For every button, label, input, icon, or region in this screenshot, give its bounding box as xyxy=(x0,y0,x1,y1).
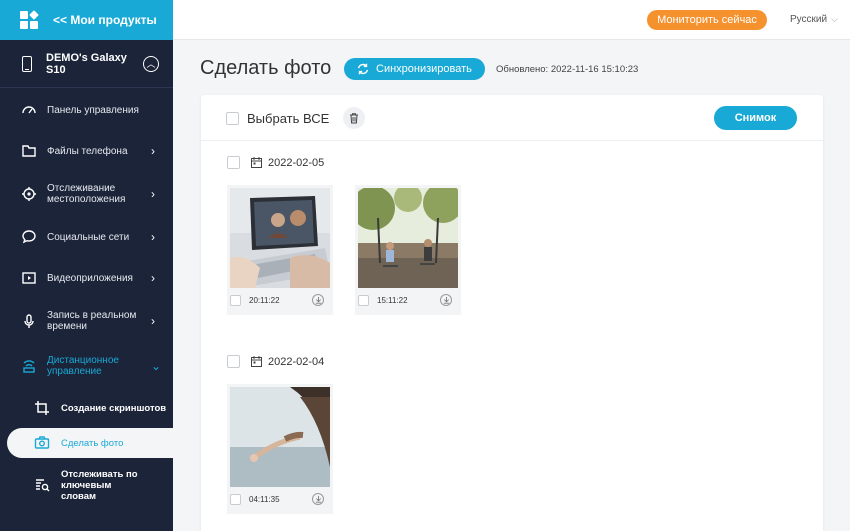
sidebar-item-label: Видеоприложения xyxy=(47,272,133,284)
download-icon[interactable] xyxy=(440,294,452,306)
device-name: DEMO's Galaxy S10 xyxy=(46,51,127,76)
sync-label: Синхронизировать xyxy=(376,63,472,75)
photo-thumbnail[interactable]: 15:11:22 xyxy=(355,185,461,315)
date-group-header: 2022-02-04 xyxy=(227,355,324,368)
delete-button[interactable] xyxy=(343,107,365,129)
chevron-right-icon: › xyxy=(151,314,155,328)
chevron-down-icon: ⌵ xyxy=(831,14,838,24)
chevron-down-icon: ⌄ xyxy=(151,359,162,373)
photos-card: Выбрать ВСЕ Снимок 2022-02-05 20:11:22 1… xyxy=(201,95,823,531)
remote-icon xyxy=(20,357,38,375)
sidebar-item-label: Социальные сети xyxy=(47,231,130,243)
sidebar-item-files[interactable]: Файлы телефона › xyxy=(0,130,173,172)
sidebar-item-label: Дистанционное управление xyxy=(47,355,119,377)
photo-image[interactable] xyxy=(230,188,330,288)
keyword-search-icon xyxy=(33,476,51,494)
last-updated-text: Обновлено: 2022-11-16 15:10:23 xyxy=(496,64,639,75)
select-all-checkbox[interactable] xyxy=(226,112,239,125)
language-label: Русский xyxy=(790,14,828,25)
location-icon xyxy=(20,185,38,203)
photo-image[interactable] xyxy=(358,188,458,288)
phone-icon xyxy=(22,55,32,72)
sidebar-item-video[interactable]: Видеоприложения › xyxy=(0,258,173,298)
files-icon xyxy=(20,142,38,160)
sidebar-item-location[interactable]: Отслеживание местоположения › xyxy=(0,172,173,216)
photo-checkbox[interactable] xyxy=(358,294,369,306)
my-products-label: << Мои продукты xyxy=(53,13,157,27)
date-group-header: 2022-02-05 xyxy=(227,156,324,169)
sidebar-subitem-label: Сделать фото xyxy=(61,437,124,449)
sidebar-subitem-take-photo[interactable]: Сделать фото xyxy=(7,428,173,458)
sidebar: << Мои продукты DEMO's Galaxy S10 ︿ Пане… xyxy=(0,0,173,531)
sidebar-item-label: Запись в реальном времени xyxy=(47,310,137,332)
photo-time: 04:11:35 xyxy=(249,494,280,504)
photo-thumbnail[interactable]: 04:11:35 xyxy=(227,384,333,514)
apps-grid-icon xyxy=(20,10,39,29)
chevron-right-icon: › xyxy=(151,187,155,201)
photo-checkbox[interactable] xyxy=(230,294,241,306)
sidebar-item-label: Отслеживание местоположения xyxy=(47,183,126,205)
sidebar-item-label: Файлы телефона xyxy=(47,145,128,157)
sidebar-subitem-label: Создание скриншотов xyxy=(61,402,167,414)
snapshot-button[interactable]: Снимок xyxy=(714,106,797,130)
sidebar-subitem-keywords[interactable]: Отслеживать по ключевым словам xyxy=(0,458,173,512)
date-group-checkbox[interactable] xyxy=(227,156,240,169)
trash-icon xyxy=(350,113,358,124)
photo-footer: 20:11:22 xyxy=(230,291,330,309)
microphone-icon xyxy=(20,312,38,330)
camera-icon xyxy=(33,434,51,452)
sync-icon xyxy=(357,63,369,75)
sidebar-subitem-screenshots[interactable]: Создание скриншотов xyxy=(0,388,173,428)
chevron-right-icon: › xyxy=(151,144,155,158)
page-title: Сделать фото xyxy=(200,57,332,79)
sidebar-item-label: Панель управления xyxy=(47,104,139,116)
date-group-checkbox[interactable] xyxy=(227,355,240,368)
date-label: 2022-02-05 xyxy=(268,156,325,169)
dashboard-icon xyxy=(20,101,38,119)
chevron-up-icon[interactable]: ︿ xyxy=(143,55,159,72)
top-bar: Мониторить сейчас Русский ⌵ xyxy=(173,0,850,40)
calendar-icon xyxy=(251,356,262,367)
card-toolbar: Выбрать ВСЕ Снимок xyxy=(201,95,823,141)
crop-icon xyxy=(33,399,51,417)
photo-footer: 15:11:22 xyxy=(358,291,458,309)
photo-thumbnail[interactable]: 20:11:22 xyxy=(227,185,333,315)
chevron-right-icon: › xyxy=(151,271,155,285)
select-all-label: Выбрать ВСЕ xyxy=(247,111,330,126)
sidebar-item-recording[interactable]: Запись в реальном времени › xyxy=(0,298,173,344)
photo-footer: 04:11:35 xyxy=(230,490,330,508)
sidebar-item-remote[interactable]: Дистанционное управление ⌄ xyxy=(0,344,173,388)
device-selector[interactable]: DEMO's Galaxy S10 ︿ xyxy=(0,40,173,88)
sidebar-item-social[interactable]: Социальные сети › xyxy=(0,216,173,258)
select-all[interactable]: Выбрать ВСЕ xyxy=(226,111,329,126)
sidebar-nav: Панель управления Файлы телефона › Отсле… xyxy=(0,90,173,512)
photo-time: 15:11:22 xyxy=(377,295,408,305)
photo-time: 20:11:22 xyxy=(249,295,280,305)
chat-icon xyxy=(20,228,38,246)
photo-image[interactable] xyxy=(230,387,330,487)
calendar-icon xyxy=(251,157,262,168)
sidebar-item-dashboard[interactable]: Панель управления xyxy=(0,90,173,130)
download-icon[interactable] xyxy=(312,294,324,306)
sync-button[interactable]: Синхронизировать xyxy=(344,58,485,80)
chevron-right-icon: › xyxy=(151,230,155,244)
photo-checkbox[interactable] xyxy=(230,493,241,505)
my-products-link[interactable]: << Мои продукты xyxy=(0,0,173,40)
date-label: 2022-02-04 xyxy=(268,355,325,368)
language-selector[interactable]: Русский ⌵ xyxy=(790,14,838,25)
download-icon[interactable] xyxy=(312,493,324,505)
sidebar-subitem-label: Отслеживать по ключевым словам xyxy=(61,468,138,502)
video-icon xyxy=(20,269,38,287)
monitor-now-button[interactable]: Мониторить сейчас xyxy=(647,10,767,30)
